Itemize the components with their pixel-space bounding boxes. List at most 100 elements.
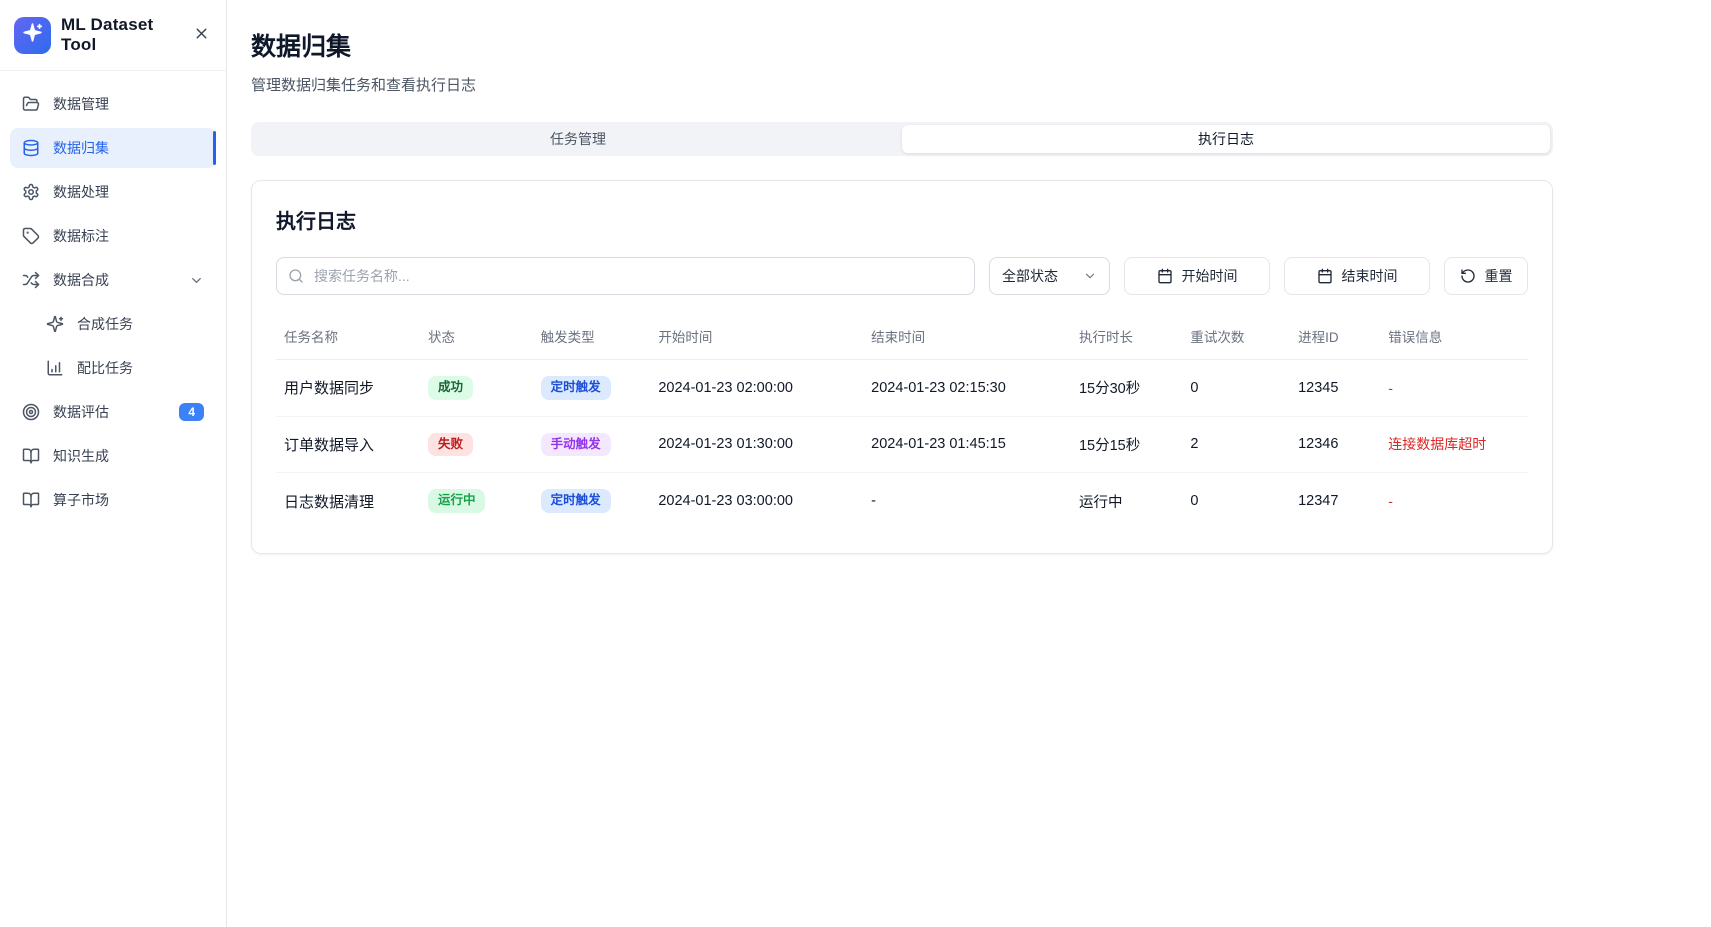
retry-count: 0 [1182,360,1290,417]
close-sidebar-button[interactable] [191,23,212,47]
table-header-row: 任务名称 状态 触发类型 开始时间 结束时间 执行时长 重试次数 进程ID 错误… [276,311,1528,360]
reset-label: 重置 [1485,266,1513,286]
start-time: 2024-01-23 03:00:00 [650,473,863,529]
sidebar-item-knowledge-generation[interactable]: 知识生成 [10,436,216,476]
col-pid: 进程ID [1290,311,1380,360]
evaluation-count-badge: 4 [179,403,204,421]
error-message: - [1380,360,1528,417]
database-icon [22,139,40,157]
start-time: 2024-01-23 02:00:00 [650,360,863,417]
sidebar-item-data-collection[interactable]: 数据归集 [10,128,216,168]
rotate-ccw-icon [1460,268,1476,284]
sidebar-item-label: 数据管理 [53,94,109,114]
sidebar: ML Dataset Tool 数据管理 数据归集 数据处理 [0,0,227,927]
col-retries: 重试次数 [1182,311,1290,360]
process-id: 12347 [1290,473,1380,529]
sidebar-item-label: 数据处理 [53,182,109,202]
sidebar-item-data-annotation[interactable]: 数据标注 [10,216,216,256]
sidebar-item-operator-market[interactable]: 算子市场 [10,480,216,520]
app-title: ML Dataset Tool [61,15,181,55]
process-id: 12346 [1290,416,1380,473]
sidebar-item-data-management[interactable]: 数据管理 [10,84,216,124]
sidebar-item-label: 数据评估 [53,402,109,422]
task-name: 订单数据导入 [276,416,420,473]
execution-logs-panel: 执行日志 全部状态 开始时间 [251,180,1553,554]
sidebar-nav: 数据管理 数据归集 数据处理 数据标注 数据合成 [0,71,226,533]
start-time-label: 开始时间 [1182,266,1238,286]
end-time: 2024-01-23 01:45:15 [863,416,1071,473]
retry-count: 2 [1182,416,1290,473]
col-error: 错误信息 [1380,311,1528,360]
duration: 15分15秒 [1071,416,1182,473]
error-message: 连接数据库超时 [1380,416,1528,473]
calendar-icon [1157,268,1173,284]
page-subtitle: 管理数据归集任务和查看执行日志 [251,74,1553,95]
page-title: 数据归集 [251,27,1553,63]
start-time: 2024-01-23 01:30:00 [650,416,863,473]
status-filter-select[interactable]: 全部状态 [989,257,1110,295]
col-trigger-type: 触发类型 [533,311,651,360]
reset-button[interactable]: 重置 [1444,257,1528,295]
trigger-badge: 手动触发 [541,433,611,457]
shuffle-icon [22,271,40,289]
table-row: 用户数据同步 成功 定时触发 2024-01-23 02:00:00 2024-… [276,360,1528,417]
tab-task-management[interactable]: 任务管理 [254,125,902,153]
table-row: 订单数据导入 失败 手动触发 2024-01-23 01:30:00 2024-… [276,416,1528,473]
filter-bar: 全部状态 开始时间 结束时间 [276,257,1528,295]
app-logo [14,17,51,54]
sidebar-item-ratio-task[interactable]: 配比任务 [10,348,216,388]
sidebar-item-label: 配比任务 [77,358,133,378]
table-row: 日志数据清理 运行中 定时触发 2024-01-23 03:00:00 - 运行… [276,473,1528,529]
duration: 运行中 [1071,473,1182,529]
tab-bar: 任务管理 执行日志 [251,122,1553,156]
close-icon [193,25,210,45]
status-badge: 成功 [428,376,473,400]
sidebar-item-label: 合成任务 [77,314,133,334]
tab-execution-logs[interactable]: 执行日志 [902,125,1550,153]
sidebar-header: ML Dataset Tool [0,0,226,71]
tag-icon [22,227,40,245]
search-input[interactable] [276,257,975,295]
target-icon [22,403,40,421]
status-filter-value: 全部状态 [1002,266,1058,286]
col-status: 状态 [420,311,533,360]
book-open-icon [22,491,40,509]
book-open-icon [22,447,40,465]
end-time: 2024-01-23 02:15:30 [863,360,1071,417]
process-id: 12345 [1290,360,1380,417]
trigger-badge: 定时触发 [541,489,611,513]
bar-chart-icon [46,359,64,377]
end-time-button[interactable]: 结束时间 [1284,257,1430,295]
calendar-icon [1317,268,1333,284]
sidebar-item-label: 数据归集 [53,138,109,158]
search-box [276,257,975,295]
error-message: - [1380,473,1528,529]
sidebar-item-label: 数据合成 [53,270,109,290]
trigger-badge: 定时触发 [541,376,611,400]
start-time-button[interactable]: 开始时间 [1124,257,1270,295]
gear-icon [22,183,40,201]
status-badge: 运行中 [428,489,486,513]
task-name: 日志数据清理 [276,473,420,529]
sidebar-item-label: 知识生成 [53,446,109,466]
end-time: - [863,473,1071,529]
sidebar-item-data-evaluation[interactable]: 数据评估 4 [10,392,216,432]
sidebar-item-synthesis-task[interactable]: 合成任务 [10,304,216,344]
sidebar-item-label: 算子市场 [53,490,109,510]
search-icon [288,268,304,284]
chevron-down-icon [1083,269,1097,283]
chevron-down-icon [189,273,204,288]
panel-title: 执行日志 [276,205,1528,234]
main-content: 数据归集 管理数据归集任务和查看执行日志 任务管理 执行日志 执行日志 全部状态 [227,0,1711,927]
execution-logs-table: 任务名称 状态 触发类型 开始时间 结束时间 执行时长 重试次数 进程ID 错误… [276,311,1528,529]
retry-count: 0 [1182,473,1290,529]
sidebar-item-label: 数据标注 [53,226,109,246]
sidebar-item-data-synthesis[interactable]: 数据合成 [10,260,216,300]
sidebar-item-data-processing[interactable]: 数据处理 [10,172,216,212]
folder-open-icon [22,95,40,113]
task-name: 用户数据同步 [276,360,420,417]
col-start-time: 开始时间 [650,311,863,360]
sparkles-icon [22,22,43,48]
sparkle-icon [46,315,64,333]
col-task-name: 任务名称 [276,311,420,360]
